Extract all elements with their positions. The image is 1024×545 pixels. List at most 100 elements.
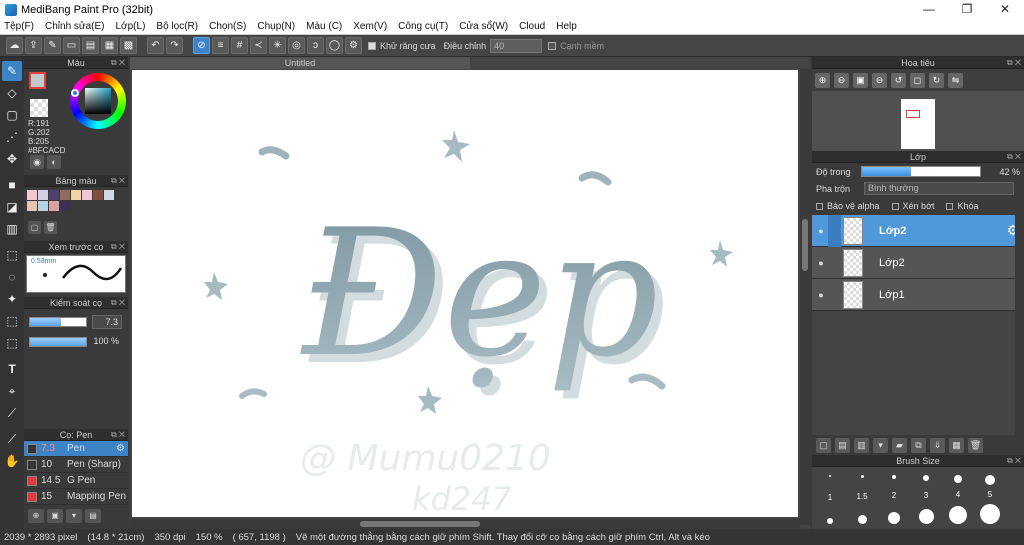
layer-opacity-slider[interactable]	[860, 166, 981, 177]
palette-swatch[interactable]	[60, 201, 70, 211]
undo-icon[interactable]: ↶	[147, 37, 164, 54]
layer-visibility-icon[interactable]: ●	[814, 258, 828, 268]
protect-alpha-checkbox[interactable]	[816, 202, 823, 210]
palette-swatch[interactable]	[49, 201, 59, 211]
hue-handle[interactable]	[71, 89, 79, 97]
new-layer-icon[interactable]: ▢	[816, 437, 831, 453]
menu-snap[interactable]: Chụp(N)	[257, 21, 295, 32]
canvas-tab[interactable]: Untitled	[130, 57, 470, 69]
lock-checkbox[interactable]	[946, 202, 954, 210]
canvas-vertical-scrollbar[interactable]	[800, 69, 810, 525]
operation-tool-icon[interactable]: ⌖	[2, 381, 22, 401]
brush-item[interactable]: 14.5 G Pen	[24, 473, 128, 489]
rotate-right-icon[interactable]: ↻	[929, 72, 944, 88]
color-slider-icon[interactable]: ◐	[47, 155, 61, 169]
layer-visibility-icon[interactable]: ●	[814, 226, 828, 236]
layer-list-scrollbar[interactable]	[1015, 215, 1024, 435]
bucket-tool-icon[interactable]: ◪	[2, 197, 22, 217]
snap-radial-icon[interactable]: ✳	[269, 37, 286, 54]
snap-ellipse-icon[interactable]: ◯	[326, 37, 343, 54]
panel-close-icon[interactable]: ⧉ ✕	[1007, 57, 1021, 69]
canvas-horizontal-scrollbar[interactable]	[130, 519, 800, 529]
brush-tool-icon[interactable]: ✎	[2, 61, 22, 81]
select-eraser-icon[interactable]: ⬚	[2, 333, 22, 353]
color-mode-icon[interactable]: ◉	[30, 155, 44, 169]
brush-size-preset[interactable]: 3	[910, 471, 942, 527]
snap-curve-icon[interactable]: ↄ	[307, 37, 324, 54]
export-icon[interactable]: ▦	[101, 37, 118, 54]
eraser-tool-icon[interactable]: ◇	[2, 83, 22, 103]
lasso-tool-icon[interactable]: ◌	[2, 267, 22, 287]
snap-grid-icon[interactable]: #	[231, 37, 248, 54]
dot-tool-icon[interactable]: ⋰	[2, 127, 22, 147]
rotate-left-icon[interactable]: ↺	[891, 72, 906, 88]
panel-close-icon[interactable]: ⧉ ✕	[1007, 455, 1021, 467]
layer-item[interactable]: ● Lớp2	[812, 247, 1024, 279]
menu-tools[interactable]: Công cụ(T)	[398, 21, 448, 32]
brush-size-preset[interactable]: 4	[942, 471, 974, 527]
brush-size-slider[interactable]	[29, 317, 87, 327]
zoom-minus-icon[interactable]: ⊖	[872, 72, 887, 88]
zoom-in-icon[interactable]: ⊕	[815, 72, 830, 88]
brush-size-preset[interactable]: 2	[878, 471, 910, 527]
palette-swatch[interactable]	[38, 190, 48, 200]
palette-swatch[interactable]	[27, 201, 37, 211]
text-tool-icon[interactable]: T	[2, 359, 22, 379]
brush-size-preset[interactable]: 5	[974, 471, 1006, 527]
select-tool-icon[interactable]: ⬚	[2, 245, 22, 265]
message-icon[interactable]: ▭	[63, 37, 80, 54]
gradient-tool-icon[interactable]: ▥	[2, 219, 22, 239]
palette-swatch[interactable]	[49, 190, 59, 200]
page-icon[interactable]: ▤	[82, 37, 99, 54]
menu-select[interactable]: Chọn(S)	[209, 21, 246, 32]
duplicate-layer-icon[interactable]: ⧉	[911, 437, 926, 453]
snap-off-icon[interactable]: ⊘	[193, 37, 210, 54]
settings-icon[interactable]: ⚙	[345, 37, 362, 54]
hand-tool-icon[interactable]: ✋	[2, 451, 22, 471]
restore-button[interactable]: ❐	[948, 0, 986, 19]
dropper-tool-icon[interactable]: ⟋	[2, 403, 22, 423]
cloud-icon[interactable]: ☁	[6, 37, 23, 54]
transparent-swatch[interactable]	[30, 99, 48, 117]
panel-close-icon[interactable]: ⧉ ✕	[111, 241, 125, 253]
fit-icon[interactable]: ▣	[853, 72, 868, 88]
panel-close-icon[interactable]: ⧉ ✕	[111, 429, 125, 441]
foreground-color-swatch[interactable]	[29, 72, 46, 89]
brush-item[interactable]: 7.3 Pen ⚙	[24, 441, 128, 457]
adjust-select[interactable]: 40	[490, 38, 543, 53]
layer-item[interactable]: ● Lớp2 ⚙	[812, 214, 1024, 247]
drawing-canvas[interactable]: Đẹp Đẹp @ Mumu0210 kd247	[132, 70, 798, 517]
flip-icon[interactable]: ⇋	[948, 72, 963, 88]
delete-palette-icon[interactable]: 🗑	[44, 221, 57, 234]
palette-swatch[interactable]	[104, 190, 114, 200]
add-brush-icon[interactable]: ⊕	[28, 509, 44, 523]
panel-close-icon[interactable]: ⧉ ✕	[111, 175, 125, 187]
brush-menu-icon[interactable]: ▾	[66, 509, 82, 523]
zoom-out-icon[interactable]: ⊖	[834, 72, 849, 88]
brush-opacity-slider[interactable]	[29, 337, 87, 347]
navigator-view[interactable]	[812, 91, 1024, 151]
palette-swatch[interactable]	[82, 190, 92, 200]
redo-icon[interactable]: ↷	[166, 37, 183, 54]
menu-window[interactable]: Cửa sổ(W)	[459, 21, 508, 32]
fit-window-icon[interactable]: ◻	[910, 72, 925, 88]
menu-edit[interactable]: Chỉnh sửa(E)	[45, 21, 105, 32]
add-palette-icon[interactable]: ▢	[28, 221, 41, 234]
menu-help[interactable]: Help	[556, 21, 577, 32]
close-button[interactable]: ✕	[986, 0, 1024, 19]
comment-icon[interactable]: ✎	[44, 37, 61, 54]
panel-close-icon[interactable]: ⧉ ✕	[111, 297, 125, 309]
palette-swatch[interactable]	[27, 190, 37, 200]
antialias-checkbox[interactable]	[368, 41, 376, 50]
grid-icon[interactable]: ▩	[120, 37, 137, 54]
snap-circle-icon[interactable]: ◎	[288, 37, 305, 54]
fill-rect-tool-icon[interactable]: ■	[2, 175, 22, 195]
folder-icon[interactable]: ▰	[892, 437, 907, 453]
snap-perspective-icon[interactable]: ≺	[250, 37, 267, 54]
brush-item[interactable]: 10 Pen (Sharp)	[24, 457, 128, 473]
menu-color[interactable]: Màu (C)	[306, 21, 342, 32]
menu-layer[interactable]: Lớp(L)	[116, 21, 146, 32]
select-pen-icon[interactable]: ⬚	[2, 311, 22, 331]
snap-parallel-icon[interactable]: ≡	[212, 37, 229, 54]
brush-item[interactable]: 15 Mapping Pen	[24, 489, 128, 505]
